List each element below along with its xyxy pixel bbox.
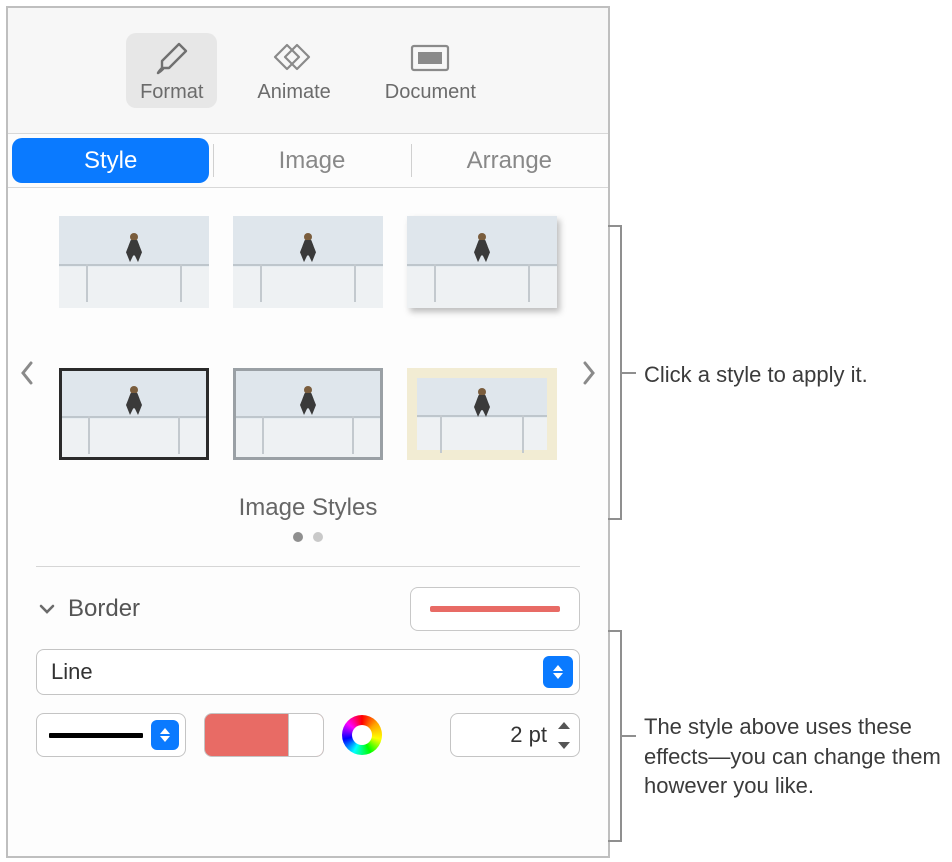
subtab-style-label: Style [84, 147, 137, 175]
stroke-style-select[interactable] [36, 713, 186, 757]
subtab-arrange-label: Arrange [467, 147, 552, 175]
border-controls-row: 2 pt [36, 713, 580, 757]
image-styles-title: Image Styles [42, 494, 574, 522]
color-wheel-button[interactable] [342, 715, 382, 755]
stroke-sample-line [49, 733, 143, 738]
border-style-preview[interactable] [410, 587, 580, 631]
style-thumbnail[interactable] [407, 368, 557, 460]
style-thumbnail[interactable] [59, 216, 209, 308]
border-color-well[interactable] [204, 713, 324, 757]
callout-leader-line [622, 735, 636, 737]
format-sub-tabs: Style Image Arrange [8, 134, 608, 188]
styles-prev-button[interactable] [14, 353, 40, 393]
border-width-value: 2 pt [510, 722, 547, 748]
style-thumbnail[interactable] [407, 216, 557, 308]
styles-next-button[interactable] [576, 353, 602, 393]
subtab-arrange[interactable]: Arrange [411, 134, 608, 187]
style-thumbnail[interactable] [59, 368, 209, 460]
divider [36, 566, 580, 567]
stepper-icon [543, 656, 573, 688]
tab-format[interactable]: Format [126, 33, 217, 108]
tab-animate-label: Animate [257, 81, 330, 104]
paintbrush-icon [149, 39, 195, 77]
subtab-style[interactable]: Style [12, 138, 209, 183]
border-width-field[interactable]: 2 pt [450, 713, 580, 757]
callout-text: Click a style to apply it. [644, 360, 944, 390]
tab-animate[interactable]: Animate [243, 33, 344, 108]
chevron-down-icon[interactable] [36, 598, 58, 620]
pager-dot[interactable] [293, 532, 303, 542]
stepper-up[interactable] [551, 715, 577, 735]
tab-format-label: Format [140, 81, 203, 104]
style-thumbnail[interactable] [233, 216, 383, 308]
pager-dot[interactable] [313, 532, 323, 542]
tab-document[interactable]: Document [371, 33, 490, 108]
styles-pager [42, 532, 574, 542]
border-width-stepper[interactable] [551, 715, 577, 755]
border-header: Border [36, 587, 580, 631]
callout-text: The style above uses these effects—you c… [644, 712, 944, 801]
border-section: Border Line 2 pt [8, 587, 608, 779]
border-title: Border [68, 595, 140, 623]
image-styles-grid [42, 216, 574, 476]
subtab-image[interactable]: Image [213, 134, 410, 187]
border-type-select[interactable]: Line [36, 649, 580, 695]
image-styles-section: Image Styles [8, 188, 608, 566]
border-type-value: Line [51, 659, 543, 685]
format-inspector-panel: Format Animate Document Style [6, 6, 610, 858]
style-thumbnail[interactable] [233, 368, 383, 460]
border-preview-line [430, 606, 560, 612]
slide-icon [407, 39, 453, 77]
stepper-down[interactable] [551, 735, 577, 755]
diamond-stack-icon [271, 39, 317, 77]
callout-leader-line [622, 372, 636, 374]
subtab-image-label: Image [279, 147, 346, 175]
tab-document-label: Document [385, 81, 476, 104]
inspector-top-tabs: Format Animate Document [8, 8, 608, 134]
stepper-icon [151, 720, 179, 750]
